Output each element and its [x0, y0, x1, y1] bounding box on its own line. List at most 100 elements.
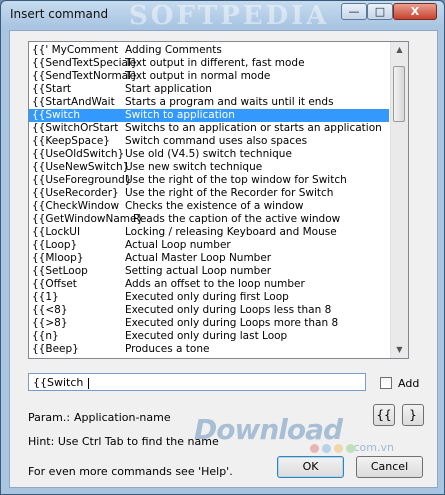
command-description: Starts a program and waits until it ends	[125, 96, 334, 108]
list-item[interactable]: {{SendTextSpecial} Text output in differe…	[29, 57, 389, 70]
window-title: Insert command	[10, 7, 109, 21]
command-name: {{Beep}	[32, 343, 79, 355]
list-item[interactable]: {{UseRecorder} Use the right of the Recor…	[29, 187, 389, 200]
list-item[interactable]: {{Beep} Produces a tone	[29, 343, 389, 356]
command-name: {{StartAndWait	[32, 96, 115, 108]
list-item[interactable]: {{KeepSpace} Switch command uses also spa…	[29, 135, 389, 148]
list-item[interactable]: {{UseNewSwitch} Use new switch technique	[29, 161, 389, 174]
command-description: Checks the existence of a window	[125, 200, 304, 212]
command-description: Actual Loop number	[125, 239, 231, 251]
command-name: {{<8}	[32, 304, 68, 316]
command-name: {{LockUI	[32, 226, 81, 238]
command-description: Use new switch technique	[125, 161, 263, 173]
list-item[interactable]: {{UseForeground} Use the right of the top…	[29, 174, 389, 187]
dialog-client-area: {{' MyComment Adding Comments {{SendTextSp…	[9, 30, 438, 488]
minimize-button[interactable]: —	[341, 3, 367, 20]
command-name: {{UseNewSwitch}	[32, 161, 130, 173]
scrollbar-thumb[interactable]	[393, 66, 405, 122]
list-item[interactable]: {{>8} Executed only during Loops more tha…	[29, 317, 389, 330]
vertical-scrollbar[interactable]: ▲ ▼	[390, 42, 408, 358]
command-description: Produces a tone	[125, 343, 210, 355]
param-value: Application-name	[74, 411, 171, 424]
list-item[interactable]: {{Mloop} Actual Master Loop Number	[29, 252, 389, 265]
list-item[interactable]: {{Loop} Actual Loop number	[29, 239, 389, 252]
scroll-down-arrow-icon[interactable]: ▼	[391, 342, 408, 358]
command-name: {{Switch	[32, 109, 81, 121]
list-item[interactable]: {{1} Executed only during first Loop	[29, 291, 389, 304]
command-description: Text output in different, fast mode	[125, 57, 305, 69]
insert-command-window: Insert command SOFTPEDIA — □ X {{' MyCom…	[0, 0, 445, 495]
list-item[interactable]: {{n} Executed only during last Loop	[29, 330, 389, 343]
list-item[interactable]: {{CheckWindow Checks the existence of a w…	[29, 200, 389, 213]
command-name: {{n}	[32, 330, 59, 342]
maximize-button[interactable]: □	[367, 3, 393, 20]
param-label: Param.:	[28, 411, 71, 424]
command-description: Switch to application	[125, 109, 235, 121]
command-description: Use old (V4.5) switch technique	[125, 148, 292, 160]
list-item[interactable]: {{Offset Adds an offset to the loop numbe…	[29, 278, 389, 291]
command-name: {{SendTextSpecial}	[32, 57, 138, 69]
add-checkbox-label[interactable]: Add	[398, 377, 419, 390]
command-description: Adding Comments	[125, 44, 222, 56]
command-list-rows: {{' MyComment Adding Comments {{SendTextSp…	[29, 44, 389, 356]
command-description: Adds an offset to the loop number	[125, 278, 305, 290]
command-description: Actual Master Loop Number	[125, 252, 272, 264]
command-description: Reads the caption of the active window	[133, 213, 341, 225]
list-item[interactable]: {{SwitchOrStart Switchs to an application…	[29, 122, 389, 135]
list-item[interactable]: {{UseOldSwitch} Use old (V4.5) switch tec…	[29, 148, 389, 161]
logo-dots-icon	[310, 443, 358, 456]
command-name: {{CheckWindow	[32, 200, 120, 212]
command-list[interactable]: {{' MyComment Adding Comments {{SendTextSp…	[28, 41, 409, 359]
list-item[interactable]: {{<8} Executed only during Loops less tha…	[29, 304, 389, 317]
command-description: Setting actual Loop number	[125, 265, 272, 277]
list-item[interactable]: {{GetWindowName} Reads the caption of the…	[29, 213, 389, 226]
command-description: Use the right of the Recorder for Switch	[125, 187, 334, 199]
command-description: Executed only during Loops less than 8	[125, 304, 332, 316]
command-name: {{Offset	[32, 278, 77, 290]
list-item[interactable]: {{Start Start application	[29, 83, 389, 96]
text-caret	[87, 377, 89, 389]
command-name: {{' MyComment	[32, 44, 119, 56]
more-commands-text: For even more commands see 'Help'.	[28, 465, 233, 478]
command-description: Use the right of the top window for Swit…	[125, 174, 347, 186]
command-name: {{Mloop}	[32, 252, 84, 264]
ok-button[interactable]: OK	[277, 456, 344, 478]
command-input-value: {{Switch	[33, 376, 87, 389]
list-item[interactable]: {{' MyComment Adding Comments	[29, 44, 389, 57]
open-brace-button[interactable]: {{	[373, 404, 395, 426]
command-name: {{Loop}	[32, 239, 78, 251]
command-name: {{Start	[32, 83, 72, 95]
command-name: {{UseOldSwitch}	[32, 148, 125, 160]
scroll-up-arrow-icon[interactable]: ▲	[391, 42, 408, 58]
add-checkbox[interactable]	[380, 377, 392, 389]
cancel-button[interactable]: Cancel	[356, 456, 423, 478]
close-brace-button[interactable]: }	[402, 404, 424, 426]
softpedia-watermark: SOFTPEDIA	[129, 1, 330, 31]
command-name: {{>8}	[32, 317, 68, 329]
command-name: {{1}	[32, 291, 59, 303]
command-name: {{UseForeground}	[32, 174, 132, 186]
list-item[interactable]: {{LockUI Locking / releasing Keyboard and…	[29, 226, 389, 239]
hint-text: Hint: Use Ctrl Tab to find the name	[28, 435, 219, 448]
command-name: {{SwitchOrStart	[32, 122, 119, 134]
command-name: {{GetWindowName}	[32, 213, 144, 225]
command-description: Executed only during Loops more than 8	[125, 317, 339, 329]
command-input[interactable]: {{Switch	[28, 373, 366, 391]
command-name: {{SendTextNormal}	[32, 70, 138, 82]
command-description: Text output in normal mode	[125, 70, 271, 82]
close-button[interactable]: X	[393, 3, 437, 20]
list-item[interactable]: {{Switch Switch to application	[29, 109, 389, 122]
list-item[interactable]: {{SetLoop Setting actual Loop number	[29, 265, 389, 278]
command-description: Switchs to an application or starts an a…	[125, 122, 382, 134]
command-description: Executed only during first Loop	[125, 291, 289, 303]
command-name: {{KeepSpace}	[32, 135, 110, 147]
list-item[interactable]: {{StartAndWait Starts a program and waits…	[29, 96, 389, 109]
command-name: {{UseRecorder}	[32, 187, 119, 199]
command-description: Switch command uses also spaces	[125, 135, 308, 147]
command-description: Start application	[125, 83, 212, 95]
command-description: Executed only during last Loop	[125, 330, 288, 342]
command-description: Locking / releasing Keyboard and Mouse	[125, 226, 337, 238]
title-bar[interactable]: Insert command SOFTPEDIA — □ X	[1, 1, 444, 31]
command-name: {{SetLoop	[32, 265, 88, 277]
list-item[interactable]: {{SendTextNormal} Text output in normal m…	[29, 70, 389, 83]
